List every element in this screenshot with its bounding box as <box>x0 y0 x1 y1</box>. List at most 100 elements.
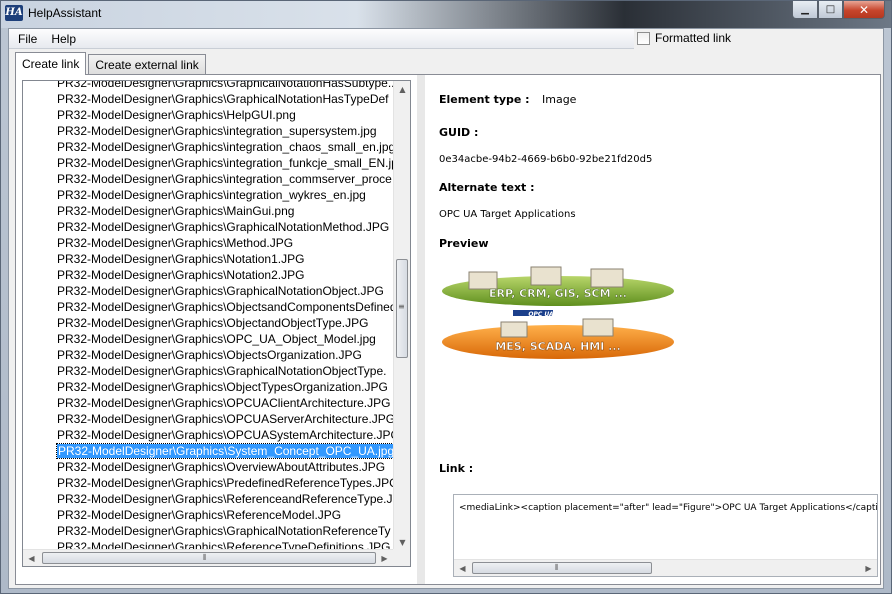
list-item[interactable]: PR32-ModelDesigner\Graphics\Referenceand… <box>23 491 395 507</box>
menu-bar: File Help <box>9 29 634 49</box>
list-item[interactable]: PR32-ModelDesigner\Graphics\HelpGUI.png <box>23 107 395 123</box>
element-type-label: Element type : <box>439 93 530 106</box>
list-item[interactable]: PR32-ModelDesigner\Graphics\OPCUAServerA… <box>23 411 395 427</box>
list-item-label: PR32-ModelDesigner\Graphics\Method.JPG <box>57 236 294 250</box>
list-vertical-scrollbar[interactable]: ▲ ≡ ▼ <box>393 81 410 551</box>
list-item[interactable]: PR32-ModelDesigner\Graphics\Method.JPG <box>23 235 395 251</box>
list-horizontal-scrollbar[interactable]: ◀ ⦀ ▶ <box>23 549 393 566</box>
client-area: File Help Formatted link Create link Cre… <box>8 28 884 589</box>
server-icon <box>500 321 528 338</box>
link-horizontal-thumb[interactable]: ⦀ <box>472 562 652 574</box>
list-item[interactable]: PR32-ModelDesigner\Graphics\OPCUAClientA… <box>23 395 395 411</box>
scroll-left-icon[interactable]: ◀ <box>23 550 40 566</box>
alternate-text-value: OPC UA Target Applications <box>439 209 576 220</box>
close-icon: ✕ <box>858 2 870 17</box>
link-label: Link : <box>439 462 474 475</box>
formatted-link-label: Formatted link <box>655 31 732 45</box>
panel-splitter[interactable] <box>417 75 425 584</box>
title-bar[interactable]: HA HelpAssistant ▁ □ ✕ <box>1 1 891 28</box>
list-item[interactable]: PR32-ModelDesigner\Graphics\ObjectsOrgan… <box>23 347 395 363</box>
preview-label: Preview <box>439 237 489 250</box>
list-item[interactable]: PR32-ModelDesigner\Graphics\System_Conce… <box>23 443 395 459</box>
create-link-panel: PR32-ModelDesigner\Graphics\GraphicalNot… <box>15 74 881 585</box>
scroll-corner <box>393 549 410 566</box>
scroll-right-icon[interactable]: ▶ <box>376 550 393 566</box>
server-icon <box>590 268 624 288</box>
list-item[interactable]: PR32-ModelDesigner\Graphics\integration_… <box>23 155 395 171</box>
list-item[interactable]: PR32-ModelDesigner\Graphics\GraphicalNot… <box>23 91 395 107</box>
scroll-up-icon[interactable]: ▲ <box>394 81 410 98</box>
minimize-icon: ▁ <box>801 4 809 15</box>
grip-icon: ⦀ <box>555 563 559 572</box>
list-item-label: PR32-ModelDesigner\Graphics\Referenceand… <box>57 492 395 506</box>
list-item[interactable]: PR32-ModelDesigner\Graphics\OPCUASystemA… <box>23 427 395 443</box>
list-item-label: PR32-ModelDesigner\Graphics\ObjectandObj… <box>57 316 369 330</box>
details-pane: Element type : Image GUID : 0e34acbe-94b… <box>433 75 878 584</box>
list-item-label: PR32-ModelDesigner\Graphics\Notation1.JP… <box>57 252 305 266</box>
menu-help[interactable]: Help <box>44 29 83 49</box>
main-window: HA HelpAssistant ▁ □ ✕ File Help Formatt… <box>0 0 892 594</box>
tab-create-external-link[interactable]: Create external link <box>88 54 206 75</box>
alternate-text-label: Alternate text : <box>439 181 535 194</box>
list-item-label: PR32-ModelDesigner\Graphics\ObjectsandCo… <box>57 300 395 314</box>
list-item[interactable]: PR32-ModelDesigner\Graphics\ObjectandObj… <box>23 315 395 331</box>
list-item-label: PR32-ModelDesigner\Graphics\OPCUAClientA… <box>57 396 391 410</box>
link-textbox[interactable]: <mediaLink><caption placement="after" le… <box>453 494 878 577</box>
list-item-label: PR32-ModelDesigner\Graphics\OPCUAServerA… <box>57 412 395 426</box>
list-item-label: PR32-ModelDesigner\Graphics\GraphicalNot… <box>57 80 395 90</box>
list-item[interactable]: PR32-ModelDesigner\Graphics\integration_… <box>23 139 395 155</box>
list-horizontal-thumb[interactable]: ⦀ <box>42 552 376 564</box>
list-item-label: PR32-ModelDesigner\Graphics\GraphicalNot… <box>57 220 390 234</box>
list-item-label: PR32-ModelDesigner\Graphics\integration_… <box>57 124 377 138</box>
preview-image: ERP, CRM, GIS, SCM ... OPC UA MES, SCADA… <box>441 264 681 369</box>
tab-strip: Create link Create external link <box>15 52 208 75</box>
server-icon <box>530 266 562 286</box>
list-item-label: PR32-ModelDesigner\Graphics\integration_… <box>57 140 395 154</box>
list-item[interactable]: PR32-ModelDesigner\Graphics\MainGui.png <box>23 203 395 219</box>
bottom-layer-text: MES, SCADA, HMI ... <box>495 340 620 353</box>
list-item[interactable]: PR32-ModelDesigner\Graphics\Notation1.JP… <box>23 251 395 267</box>
list-vertical-thumb[interactable]: ≡ <box>396 259 408 358</box>
list-item[interactable]: PR32-ModelDesigner\Graphics\OPC_UA_Objec… <box>23 331 395 347</box>
link-text: <mediaLink><caption placement="after" le… <box>459 503 878 513</box>
list-item-label: PR32-ModelDesigner\Graphics\integration_… <box>57 172 392 186</box>
app-icon: HA <box>5 5 23 21</box>
list-item-label: PR32-ModelDesigner\Graphics\HelpGUI.png <box>57 108 296 122</box>
guid-value: 0e34acbe-94b2-4669-b6b0-92be21fd20d5 <box>439 154 653 165</box>
list-item[interactable]: PR32-ModelDesigner\Graphics\Notation2.JP… <box>23 267 395 283</box>
window-title: HelpAssistant <box>28 6 102 20</box>
list-item[interactable]: PR32-ModelDesigner\Graphics\integration_… <box>23 123 395 139</box>
formatted-link-toggle[interactable]: Formatted link <box>637 31 731 45</box>
menu-file[interactable]: File <box>11 29 44 49</box>
list-item-label: PR32-ModelDesigner\Graphics\integration_… <box>57 156 395 170</box>
list-item-label: PR32-ModelDesigner\Graphics\OPC_UA_Objec… <box>57 332 376 346</box>
opc-ua-logo-text: OPC UA <box>528 311 554 318</box>
list-item[interactable]: PR32-ModelDesigner\Graphics\GraphicalNot… <box>23 523 395 539</box>
list-item[interactable]: PR32-ModelDesigner\Graphics\GraphicalNot… <box>23 80 395 91</box>
list-item[interactable]: PR32-ModelDesigner\Graphics\PredefinedRe… <box>23 475 395 491</box>
list-item[interactable]: PR32-ModelDesigner\Graphics\ReferenceMod… <box>23 507 395 523</box>
close-button[interactable]: ✕ <box>843 1 885 19</box>
list-item[interactable]: PR32-ModelDesigner\Graphics\GraphicalNot… <box>23 363 395 379</box>
list-item-label: PR32-ModelDesigner\Graphics\ReferenceMod… <box>57 508 342 522</box>
tab-create-link[interactable]: Create link <box>15 52 87 75</box>
list-item[interactable]: PR32-ModelDesigner\Graphics\integration_… <box>23 187 395 203</box>
list-item-label: PR32-ModelDesigner\Graphics\Notation2.JP… <box>57 268 305 282</box>
formatted-link-checkbox[interactable] <box>637 31 650 45</box>
list-item[interactable]: PR32-ModelDesigner\Graphics\ObjectTypesO… <box>23 379 395 395</box>
list-item-label: PR32-ModelDesigner\Graphics\ObjectTypesO… <box>57 380 388 394</box>
link-horizontal-scrollbar[interactable]: ◀ ⦀ ▶ <box>454 559 877 576</box>
minimize-button[interactable]: ▁ <box>792 1 818 19</box>
list-item[interactable]: PR32-ModelDesigner\Graphics\ObjectsandCo… <box>23 299 395 315</box>
preview-diagram: ERP, CRM, GIS, SCM ... OPC UA MES, SCADA… <box>442 266 674 359</box>
scroll-left-icon[interactable]: ◀ <box>454 560 471 576</box>
list-item[interactable]: PR32-ModelDesigner\Graphics\GraphicalNot… <box>23 283 395 299</box>
resource-list[interactable]: PR32-ModelDesigner\Graphics\GraphicalNot… <box>22 80 411 567</box>
list-item[interactable]: PR32-ModelDesigner\Graphics\OverviewAbou… <box>23 459 395 475</box>
grip-icon: ⦀ <box>203 553 207 562</box>
scroll-right-icon[interactable]: ▶ <box>860 560 877 576</box>
list-item[interactable]: PR32-ModelDesigner\Graphics\GraphicalNot… <box>23 219 395 235</box>
list-item[interactable]: PR32-ModelDesigner\Graphics\integration_… <box>23 171 395 187</box>
maximize-button[interactable]: □ <box>818 1 843 19</box>
guid-label: GUID : <box>439 126 479 139</box>
